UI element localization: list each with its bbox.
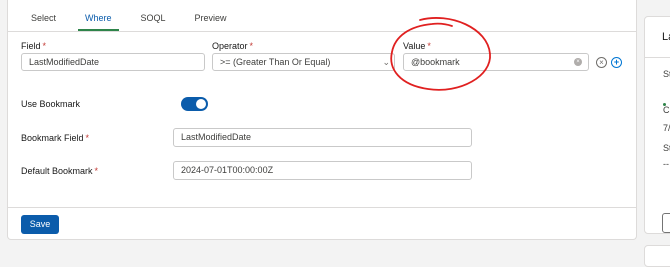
required-marker: * [427, 41, 431, 51]
add-condition-button[interactable]: + [611, 57, 622, 68]
tab-bar: Select Where SOQL Preview [24, 0, 249, 31]
remove-condition-button[interactable]: × [596, 57, 607, 68]
panel-title: La [662, 31, 670, 43]
tab-soql[interactable]: SOQL [134, 0, 173, 31]
panel-line-3: 7/ [663, 123, 670, 133]
toggle-knob [196, 99, 206, 109]
query-builder-card: Select Where SOQL Preview Field * LastMod… [7, 0, 637, 240]
tab-preview[interactable]: Preview [188, 0, 234, 31]
operator-label: Operator * [212, 41, 253, 51]
field-label: Field * [21, 41, 46, 51]
panel-line-5: -- [663, 159, 669, 169]
use-bookmark-label: Use Bookmark [21, 99, 81, 109]
panel-line-2: Cr [663, 105, 670, 115]
bookmark-field-label: Bookmark Field * [21, 133, 89, 143]
panel-divider [645, 57, 670, 58]
panel-line-4: St [663, 143, 670, 153]
value-label: Value * [403, 41, 431, 51]
operator-select-value: >= (Greater Than Or Equal) [220, 57, 331, 67]
save-button[interactable]: Save [21, 215, 59, 234]
chevron-down-icon: ⌄ [382, 57, 390, 67]
panel-line-1: St [663, 69, 670, 79]
required-marker: * [94, 166, 99, 176]
default-bookmark-label-text: Default Bookmark [21, 166, 93, 176]
field-input[interactable]: LastModifiedDate [21, 53, 205, 71]
value-input-text: @bookmark [411, 57, 460, 67]
default-bookmark-label: Default Bookmark * [21, 166, 98, 176]
tabs-divider [8, 31, 636, 32]
tab-select[interactable]: Select [24, 0, 63, 31]
value-input[interactable]: @bookmark × [403, 53, 589, 71]
clear-icon[interactable]: × [574, 58, 582, 66]
field-label-text: Field [21, 41, 41, 51]
operator-label-text: Operator [212, 41, 248, 51]
right-side-panel: La St Cr 7/ St -- [644, 16, 670, 234]
operator-select[interactable]: >= (Greater Than Or Equal) ⌄ [212, 53, 395, 71]
tab-where[interactable]: Where [78, 0, 119, 31]
required-marker: * [249, 41, 254, 51]
default-bookmark-input[interactable]: 2024-07-01T00:00:00Z [173, 161, 472, 180]
panel-button[interactable] [662, 213, 670, 233]
use-bookmark-toggle[interactable] [181, 97, 208, 111]
footer-divider [8, 207, 636, 208]
right-side-panel-lower [644, 245, 670, 267]
bookmark-field-label-text: Bookmark Field [21, 133, 84, 143]
required-marker: * [85, 133, 90, 143]
bookmark-field-input[interactable]: LastModifiedDate [173, 128, 472, 147]
value-label-text: Value [403, 41, 426, 51]
required-marker: * [42, 41, 47, 51]
